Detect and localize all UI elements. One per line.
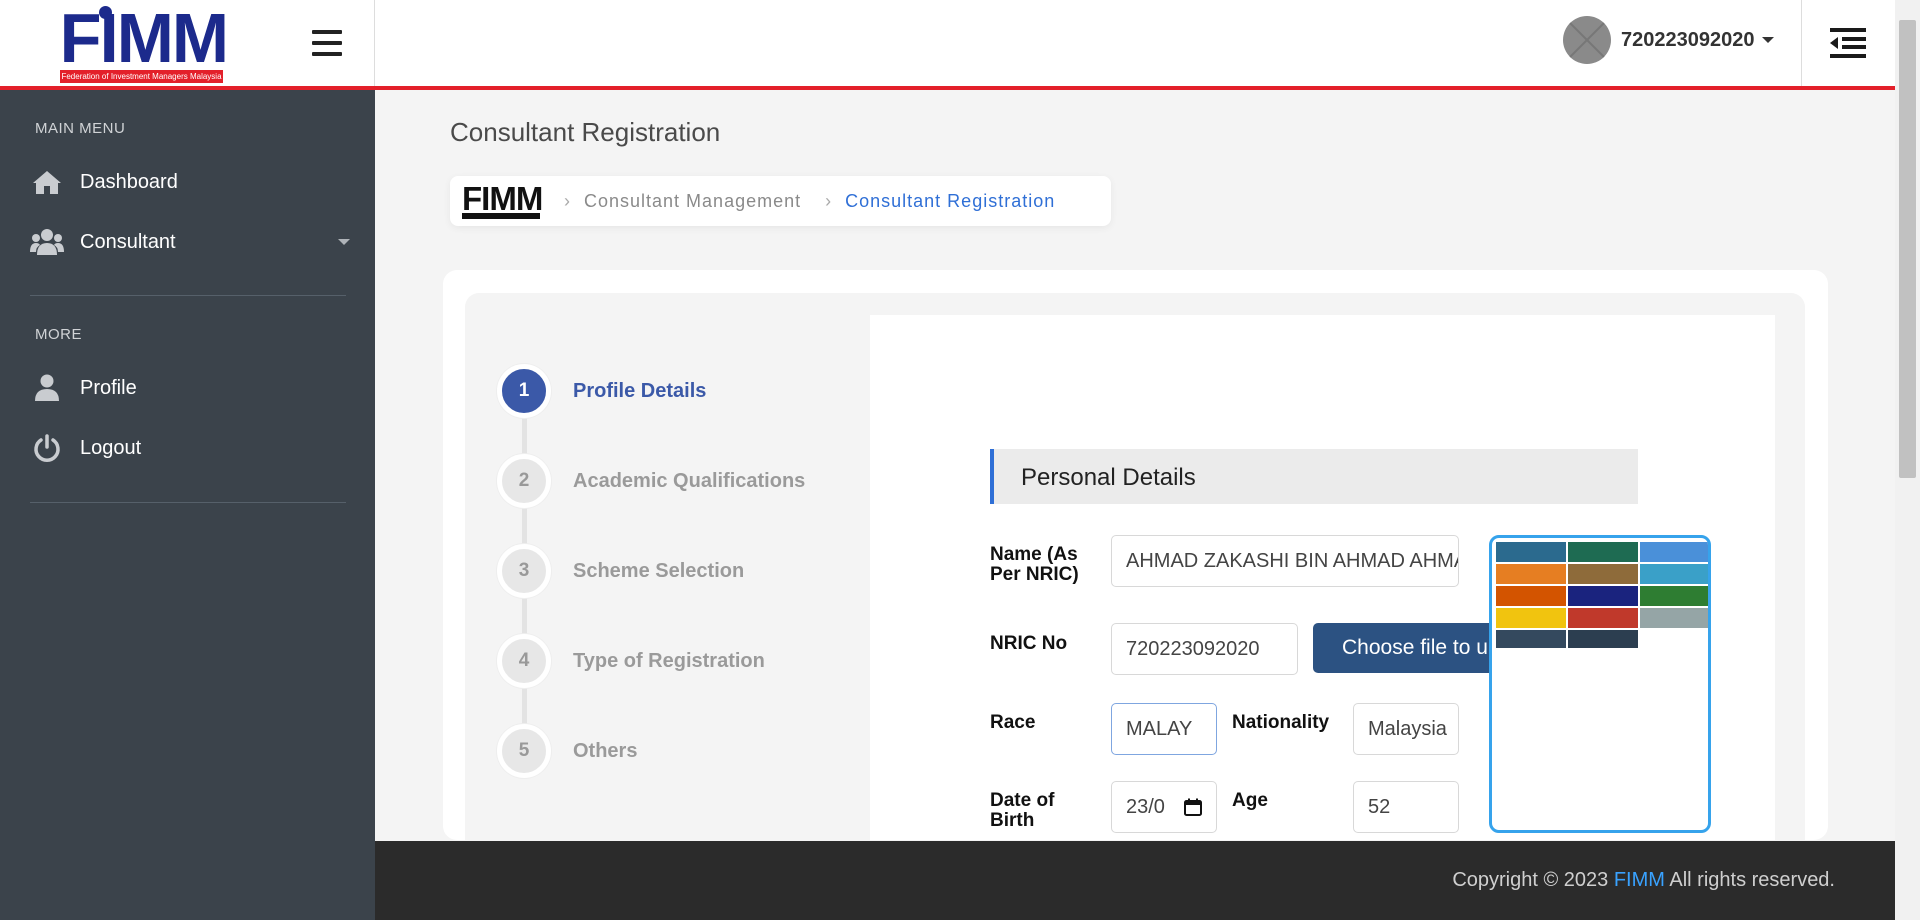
- calendar-icon[interactable]: [1184, 798, 1202, 816]
- sidebar-item-label: Logout: [80, 436, 142, 459]
- nationality-field[interactable]: Malaysia: [1353, 703, 1459, 755]
- chevron-right-icon: ›: [564, 190, 570, 211]
- breadcrumb-consultant-registration: Consultant Registration: [845, 190, 1056, 211]
- breadcrumb-logo-text: FIMM: [462, 180, 543, 217]
- user-icon: [30, 374, 64, 402]
- race-label: Race: [990, 712, 1036, 733]
- breadcrumb-consultant-management[interactable]: Consultant Management: [584, 191, 801, 212]
- step-others[interactable]: 5 Others: [497, 724, 917, 778]
- step-number: 1: [497, 364, 551, 418]
- avatar: [1563, 16, 1611, 64]
- logo-text: FIMM: [59, 0, 229, 77]
- step-scheme-selection[interactable]: 3 Scheme Selection: [497, 544, 917, 598]
- home-icon: [30, 168, 64, 196]
- more-title: MORE: [35, 326, 82, 343]
- nationality-label: Nationality: [1232, 712, 1330, 733]
- top-header: FIMM Federation of Investment Managers M…: [0, 0, 1895, 90]
- sidebar-item-label: Dashboard: [80, 170, 178, 193]
- copyright-text: Copyright © 2023 FIMM All rights reserve…: [1452, 869, 1835, 892]
- age-label: Age: [1232, 790, 1268, 811]
- step-label: Scheme Selection: [573, 559, 745, 582]
- step-type-of-registration[interactable]: 4 Type of Registration: [497, 634, 917, 688]
- page-title: Consultant Registration: [450, 117, 721, 147]
- preview-thumbnail: [1496, 538, 1708, 648]
- sidebar-item-label: Profile: [80, 376, 137, 399]
- breadcrumb-logo[interactable]: FIMM: [462, 180, 543, 220]
- name-field[interactable]: AHMAD ZAKASHI BIN AHMAD AHMAD: [1111, 535, 1459, 587]
- footer: Copyright © 2023 FIMM All rights reserve…: [375, 841, 1895, 920]
- sidebar-item-consultant[interactable]: Consultant: [30, 222, 350, 262]
- step-number: 3: [497, 544, 551, 598]
- chevron-down-icon: [1762, 37, 1775, 43]
- power-icon: [30, 434, 64, 462]
- logo-subtitle: Federation of Investment Managers Malays…: [60, 70, 223, 83]
- users-icon: [30, 228, 64, 256]
- step-number: 5: [497, 724, 551, 778]
- header-divider: [374, 0, 375, 86]
- step-academic-qualifications[interactable]: 2 Academic Qualifications: [497, 454, 917, 508]
- sidebar-toggle-icon[interactable]: [1830, 28, 1868, 58]
- section-title: Personal Details: [1021, 464, 1196, 491]
- page-scrollbar[interactable]: [1895, 0, 1920, 920]
- user-menu[interactable]: 720223092020: [1563, 16, 1775, 64]
- header-divider-right: [1801, 0, 1802, 86]
- age-field[interactable]: 52: [1353, 781, 1459, 833]
- fimm-logo[interactable]: FIMM Federation of Investment Managers M…: [58, 0, 229, 83]
- step-profile-details[interactable]: 1 Profile Details: [497, 364, 917, 418]
- dob-field[interactable]: 23/0: [1111, 781, 1217, 833]
- step-number: 2: [497, 454, 551, 508]
- sidebar-item-dashboard[interactable]: Dashboard: [30, 162, 350, 202]
- step-label: Type of Registration: [573, 649, 765, 672]
- main-menu-title: MAIN MENU: [35, 120, 126, 137]
- sidebar-divider: [30, 502, 346, 503]
- nric-label: NRIC No: [990, 633, 1068, 654]
- sidebar-item-logout[interactable]: Logout: [30, 428, 350, 468]
- breadcrumb-logo-bar: [462, 213, 540, 219]
- sidebar: MAIN MENU Dashboard Consultant MORE Prof…: [0, 90, 375, 920]
- sidebar-item-label: Consultant: [80, 230, 176, 253]
- logo-dot: [99, 6, 112, 19]
- breadcrumb: FIMM › Consultant Management › Consultan…: [450, 176, 1111, 226]
- sidebar-divider: [30, 295, 346, 296]
- personal-details-header: Personal Details: [990, 449, 1638, 504]
- copyright-suffix: All rights reserved.: [1664, 869, 1835, 891]
- dob-value: 23/0: [1126, 796, 1165, 818]
- step-label: Academic Qualifications: [573, 469, 806, 492]
- footer-brand-link[interactable]: FIMM: [1614, 869, 1665, 891]
- chevron-down-icon: [338, 239, 350, 245]
- hamburger-menu-icon[interactable]: [312, 30, 342, 56]
- choose-file-button[interactable]: Choose file to upload: [1313, 623, 1493, 673]
- scrollbar-thumb[interactable]: [1899, 20, 1916, 478]
- step-label: Profile Details: [573, 379, 707, 402]
- sidebar-item-profile[interactable]: Profile: [30, 368, 350, 408]
- copyright-prefix: Copyright © 2023: [1452, 869, 1614, 891]
- step-label: Others: [573, 739, 638, 762]
- step-number: 4: [497, 634, 551, 688]
- dob-label: Date of Birth: [990, 790, 1055, 831]
- username: 720223092020: [1621, 28, 1755, 51]
- file-preview[interactable]: [1489, 535, 1711, 833]
- nric-field[interactable]: 720223092020: [1111, 623, 1298, 675]
- name-label: Name (As Per NRIC): [990, 544, 1079, 585]
- chevron-right-icon: ›: [825, 190, 832, 211]
- race-field[interactable]: MALAY: [1111, 703, 1217, 755]
